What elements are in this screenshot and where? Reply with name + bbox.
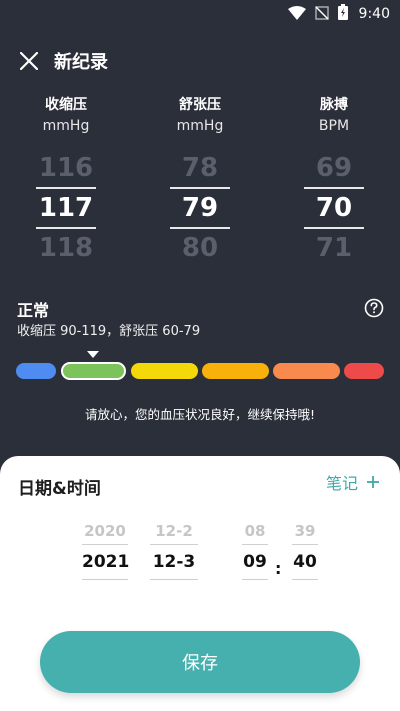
picker-prev-value[interactable]: 69 [284, 148, 384, 188]
hour-prev[interactable]: 08 [242, 518, 268, 544]
year-picker[interactable]: 2020 2021 [82, 518, 129, 580]
status-bar: 9:40 [0, 0, 400, 28]
pulse-picker[interactable]: 脉搏 BPM 69 70 71 [284, 94, 384, 268]
battery-icon [337, 4, 348, 24]
picker-unit: mmHg [176, 118, 224, 134]
level-segment [273, 363, 340, 379]
status-title: 正常 [17, 301, 50, 320]
diastolic-picker[interactable]: 舒张压 mmHg 78 79 80 [150, 94, 250, 268]
close-icon [20, 52, 38, 70]
year-current[interactable]: 2021 [82, 544, 129, 580]
level-segment [131, 363, 198, 379]
day-picker[interactable]: 12-2 12-3 [150, 518, 198, 580]
level-indicator-arrow [87, 351, 99, 358]
minute-prev[interactable]: 39 [292, 518, 318, 544]
help-icon[interactable] [364, 298, 384, 318]
level-segment [61, 362, 126, 380]
minute-picker[interactable]: 39 40 [292, 518, 318, 580]
picker-current-value[interactable]: 117 [16, 188, 116, 228]
picker-label: 脉搏 [320, 97, 348, 113]
picker-divider [304, 227, 364, 229]
header: 新纪录 [16, 44, 108, 78]
advice-text: 请放心，您的血压状况良好，继续保持哦! [84, 407, 315, 422]
picker-wheel[interactable]: 78 79 80 [150, 148, 250, 268]
date-time-sheet: 日期&时间 笔记 2020 2021 12-2 12-3 08 09 : 39 … [0, 456, 400, 711]
picker-next-value[interactable]: 118 [16, 228, 116, 268]
picker-divider [170, 187, 230, 189]
picker-next-value[interactable]: 71 [284, 228, 384, 268]
picker-label: 舒张压 [179, 97, 221, 113]
picker-current-value[interactable]: 79 [150, 188, 250, 228]
picker-unit: BPM [318, 118, 350, 134]
range-text: 收缩压 90-119，舒张压 60-79 [17, 324, 201, 339]
picker-prev-value[interactable]: 78 [150, 148, 250, 188]
picker-wheel[interactable]: 116 117 118 [16, 148, 116, 268]
minute-current[interactable]: 40 [292, 544, 318, 580]
day-current[interactable]: 12-3 [150, 544, 198, 580]
picker-label: 收缩压 [45, 97, 87, 113]
save-button[interactable]: 保存 [40, 631, 360, 693]
picker-divider [36, 187, 96, 189]
year-prev[interactable]: 2020 [82, 518, 128, 544]
wifi-icon [287, 5, 306, 24]
note-button[interactable]: 笔记 [326, 470, 380, 494]
picker-prev-value[interactable]: 116 [16, 148, 116, 188]
picker-divider [36, 227, 96, 229]
hour-current[interactable]: 09 [242, 544, 268, 580]
sheet-title: 日期&时间 [18, 479, 101, 499]
status-time: 9:40 [358, 6, 390, 22]
page-title: 新纪录 [54, 52, 108, 73]
systolic-picker[interactable]: 收缩压 mmHg 116 117 118 [16, 94, 116, 268]
level-segment [344, 363, 384, 379]
note-label: 笔记 [325, 474, 358, 493]
close-button[interactable] [16, 48, 42, 74]
level-scale [16, 362, 384, 380]
day-prev[interactable]: 12-2 [150, 518, 198, 544]
picker-wheel[interactable]: 69 70 71 [284, 148, 384, 268]
picker-current-value[interactable]: 70 [284, 188, 384, 228]
picker-divider [304, 187, 364, 189]
level-segment [202, 363, 269, 379]
time-separator: : [275, 559, 282, 578]
hour-picker[interactable]: 08 09 [242, 518, 268, 580]
level-segment [16, 363, 56, 379]
picker-unit: mmHg [42, 118, 90, 134]
no-signal-icon [314, 5, 329, 24]
plus-icon [367, 476, 379, 488]
picker-divider [170, 227, 230, 229]
picker-next-value[interactable]: 80 [150, 228, 250, 268]
